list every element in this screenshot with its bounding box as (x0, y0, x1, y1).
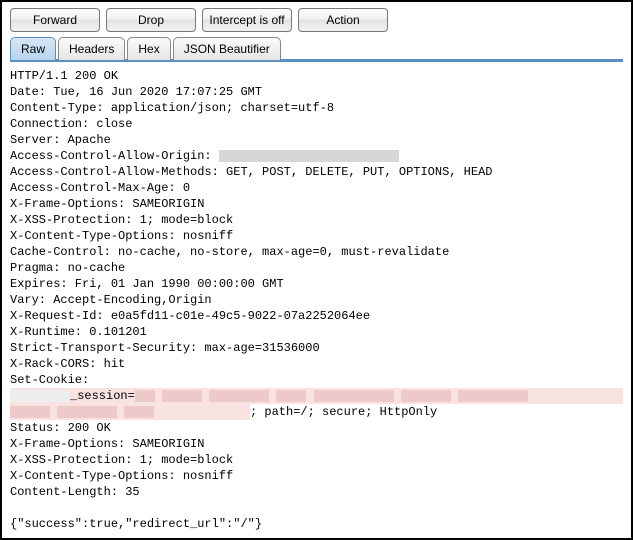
header-expires: Expires: Fri, 01 Jan 1990 00:00:00 GMT (10, 277, 284, 291)
response-body: {"success":true,"redirect_url":"/"} (10, 517, 262, 531)
tab-raw[interactable]: Raw (10, 37, 56, 60)
header-xfo2: X-Frame-Options: SAMEORIGIN (10, 437, 204, 451)
redacted-cookie-line2 (10, 404, 250, 420)
header-xfo: X-Frame-Options: SAMEORIGIN (10, 197, 204, 211)
action-button[interactable]: Action (298, 8, 388, 32)
session-eq: _session= (70, 389, 135, 403)
header-xcto2: X-Content-Type-Options: nosniff (10, 469, 233, 483)
tab-json-beautifier[interactable]: JSON Beautifier (173, 37, 281, 60)
header-reqid: X-Request-Id: e0a5fd11-c01e-49c5-9022-07… (10, 309, 370, 323)
toolbar: Forward Drop Intercept is off Action (2, 2, 631, 36)
header-acma: Access-Control-Max-Age: 0 (10, 181, 190, 195)
tabbar: Raw Headers Hex JSON Beautifier (10, 36, 623, 62)
redacted-origin (219, 150, 399, 162)
header-xss2: X-XSS-Protection: 1; mode=block (10, 453, 233, 467)
header-pragma: Pragma: no-cache (10, 261, 125, 275)
header-xcto: X-Content-Type-Options: nosniff (10, 229, 233, 243)
header-acam: Access-Control-Allow-Methods: GET, POST,… (10, 165, 492, 179)
header-status2: Status: 200 OK (10, 421, 111, 435)
tabbar-wrap: Raw Headers Hex JSON Beautifier (2, 36, 631, 62)
http-status-line: HTTP/1.1 200 OK (10, 69, 118, 83)
header-server: Server: Apache (10, 133, 111, 147)
tab-headers[interactable]: Headers (58, 37, 125, 60)
drop-button[interactable]: Drop (106, 8, 196, 32)
header-sts: Strict-Transport-Security: max-age=31536… (10, 341, 320, 355)
header-vary: Vary: Accept-Encoding,Origin (10, 293, 212, 307)
forward-button[interactable]: Forward (10, 8, 100, 32)
header-connection: Connection: close (10, 117, 132, 131)
header-rack: X-Rack-CORS: hit (10, 357, 125, 371)
redacted-cookie-line1: _session= (10, 388, 623, 404)
header-xss: X-XSS-Protection: 1; mode=block (10, 213, 233, 227)
tab-hex[interactable]: Hex (127, 37, 170, 60)
header-cache: Cache-Control: no-cache, no-store, max-a… (10, 245, 449, 259)
proxy-intercept-panel: Forward Drop Intercept is off Action Raw… (0, 0, 633, 540)
header-clen: Content-Length: 35 (10, 485, 140, 499)
header-content-type: Content-Type: application/json; charset=… (10, 101, 334, 115)
redacted-cookie-prefix (10, 390, 70, 402)
header-setcookie: Set-Cookie: (10, 373, 89, 387)
header-acao-label: Access-Control-Allow-Origin: (10, 149, 219, 163)
raw-content[interactable]: HTTP/1.1 200 OK Date: Tue, 16 Jun 2020 1… (2, 62, 631, 540)
cookie-tail: ; path=/; secure; HttpOnly (250, 405, 437, 419)
intercept-toggle-button[interactable]: Intercept is off (202, 8, 292, 32)
header-runtime: X-Runtime: 0.101201 (10, 325, 147, 339)
header-date: Date: Tue, 16 Jun 2020 17:07:25 GMT (10, 85, 262, 99)
